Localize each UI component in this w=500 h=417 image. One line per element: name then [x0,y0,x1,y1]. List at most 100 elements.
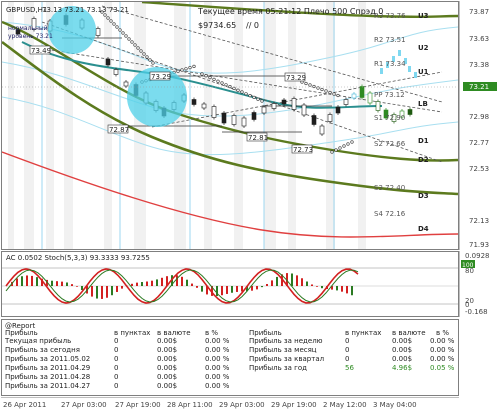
ac-bar [111,286,113,295]
ac-bar [106,286,108,298]
report-cell: 0.00 % [430,355,454,363]
price-chart-canvas: 73.49 73.29 72.87 73.29 72.81 72.73 R3 7… [2,2,458,249]
report-cell: Прибыль за неделю [249,337,323,345]
ac-bar [236,286,238,292]
sar-dot [233,87,236,90]
report-header: в пунктах [345,329,381,337]
time-tick: 29 Apr 19:00 [271,401,317,409]
sar-dot [309,84,312,87]
ac-bar [226,286,228,294]
price-axis-canvas: 73.87 73.63 73.38 73.21 72.98 72.77 72.5… [459,1,499,250]
report-cell: 0 [114,355,118,363]
candle-body [202,104,206,108]
sar-dot [335,149,338,152]
sar-dot [321,88,324,91]
report-cell: 0.00$ [157,355,177,363]
level-d4: D4 [418,225,429,233]
sar-dot [137,47,140,50]
ac-bar [336,286,338,290]
report-cell: 0.00 % [205,355,229,363]
report-cell: 0 [345,346,349,354]
ac-bar [231,286,233,293]
balance-text: $9734.65 [198,21,236,30]
candle-body [222,113,226,123]
report-header: в пунктах [114,329,150,337]
candle-body [336,107,340,113]
ac-bar [96,286,98,299]
sar-dot [249,94,252,97]
candle-body [352,94,356,98]
candle-body [312,116,316,125]
sar-dot [122,32,125,35]
time-tick: 28 Apr 11:00 [167,401,213,409]
report-header: в % [436,329,449,337]
sar-dot [116,26,119,29]
ac-bar [131,284,133,286]
ac-bar [81,286,83,290]
candle-body [272,104,276,109]
report-cell: 0 [114,382,118,390]
time-tick: 29 Apr 03:00 [219,401,265,409]
report-header: Прибыль [249,329,282,337]
sar-dot [229,85,232,88]
sar-dot [217,80,220,83]
price-axis[interactable]: 73.87 73.63 73.38 73.21 72.98 72.77 72.5… [459,1,499,250]
ac-bar [36,277,38,286]
left-annotation-1: нормальный [8,25,48,32]
zero-label: // 0 [246,21,259,30]
ac-bar [146,282,148,286]
sar-dot [104,14,107,17]
sar-dot [107,17,110,20]
sar-dot [261,100,264,103]
time-tick: 3 May 04:00 [373,401,417,409]
report-cell: Прибыль за сегодня [5,346,80,354]
ac-bar [101,286,103,299]
sar-dot [241,91,244,94]
report-cell: 0.00$ [392,346,412,354]
sar-dot [237,89,240,92]
trading-terminal: 73.49 73.29 72.87 73.29 72.81 72.73 R3 7… [0,0,500,413]
candle-body [344,100,348,105]
ac-bar [341,286,343,292]
time-tick: 2 May 12:00 [323,401,367,409]
level-d3: D3 [418,192,429,200]
report-cell: Прибыль за 2011.04.27 [5,382,90,390]
ac-bar [186,280,188,286]
sar-dot [131,41,134,44]
time-axis[interactable]: 26 Apr 2011 27 Apr 03:00 27 Apr 19:00 28… [1,397,499,413]
report-cell: 0 [345,337,349,345]
price-tick: 73.87 [469,8,489,16]
level-lb: LB [418,100,428,108]
ac-bar [296,275,298,286]
ac-bar [346,286,348,293]
price-tick: 72.13 [469,217,489,225]
ac-bar [51,281,53,286]
sar-dot [181,69,184,72]
ac-bar [141,282,143,286]
pivot-label: S4 72.16 [374,210,406,218]
report-cell: 0 [114,337,118,345]
indicator-pane[interactable]: AC 0.0502 Stoch(5,3,3) 93.3333 93.7255 [1,251,459,317]
sar-dot [119,29,122,32]
report-cell: 0.00$ [157,337,177,345]
report-cell: 0.00$ [157,373,177,381]
candle-body [380,68,383,74]
report-header: в валюте [157,329,191,337]
sar-dot [113,23,116,26]
candle-body [408,66,411,72]
level-tag: 72.81 [248,134,268,142]
level-tag: 72.73 [293,146,313,154]
ac-bar [191,284,193,286]
price-tick: 71.93 [469,241,489,249]
candle-body [408,110,412,115]
price-chart-pane[interactable]: 73.49 73.29 72.87 73.29 72.81 72.73 R3 7… [1,1,459,250]
sar-dot [325,90,328,93]
ac-bar [16,278,18,286]
sar-dot [149,59,152,62]
indicator-tick: 0.0928 [465,252,490,260]
sar-dot [313,85,316,88]
sar-dot [146,56,149,59]
time-axis-canvas: 26 Apr 2011 27 Apr 03:00 27 Apr 19:00 28… [1,397,499,413]
ac-bar [136,283,138,286]
time-tick: 27 Apr 03:00 [61,401,107,409]
